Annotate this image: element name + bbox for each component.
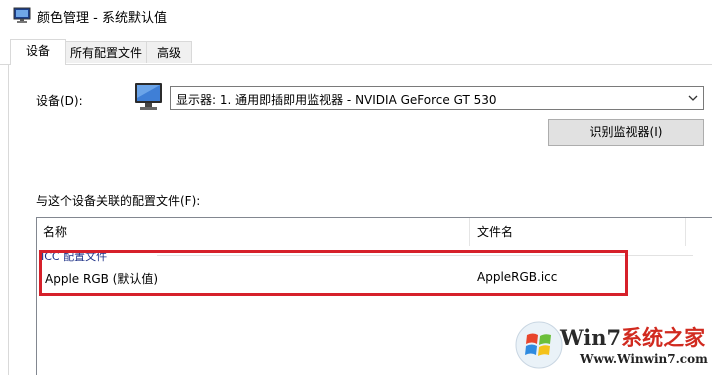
monitor-icon bbox=[135, 83, 162, 110]
column-header-filename[interactable]: 文件名 bbox=[477, 218, 513, 246]
identify-monitors-button[interactable]: 识别监视器(I) bbox=[548, 119, 704, 146]
device-label: 设备(D): bbox=[36, 94, 83, 108]
watermark: Win7系统之家 Www.Winwin7.com bbox=[514, 316, 712, 375]
highlight-annotation bbox=[39, 250, 628, 296]
title-bar: 颜色管理 - 系统默认值 bbox=[0, 0, 712, 31]
watermark-brand: Win7系统之家 bbox=[560, 325, 706, 350]
color-management-icon bbox=[13, 7, 31, 23]
tab-divider bbox=[0, 64, 712, 65]
chevron-down-icon bbox=[688, 95, 698, 101]
device-dropdown[interactable]: 显示器: 1. 通用即插即用监视器 - NVIDIA GeForce GT 53… bbox=[170, 86, 704, 110]
panel-border bbox=[8, 64, 9, 375]
watermark-url: Www.Winwin7.com bbox=[580, 352, 708, 366]
tab-strip: 设备 所有配置文件 高级 bbox=[0, 39, 712, 65]
profiles-label: 与这个设备关联的配置文件(F): bbox=[36, 194, 201, 208]
column-header-name[interactable]: 名称 bbox=[43, 218, 67, 246]
device-dropdown-value: 显示器: 1. 通用即插即用监视器 - NVIDIA GeForce GT 53… bbox=[176, 93, 497, 107]
column-separator[interactable] bbox=[469, 218, 470, 246]
tab-advanced[interactable]: 高级 bbox=[146, 41, 192, 63]
tab-devices[interactable]: 设备 bbox=[10, 39, 66, 65]
window-title: 颜色管理 - 系统默认值 bbox=[37, 11, 167, 26]
windows-logo-icon bbox=[515, 321, 563, 369]
column-separator[interactable] bbox=[685, 218, 686, 246]
tab-all-profiles[interactable]: 所有配置文件 bbox=[65, 41, 147, 63]
